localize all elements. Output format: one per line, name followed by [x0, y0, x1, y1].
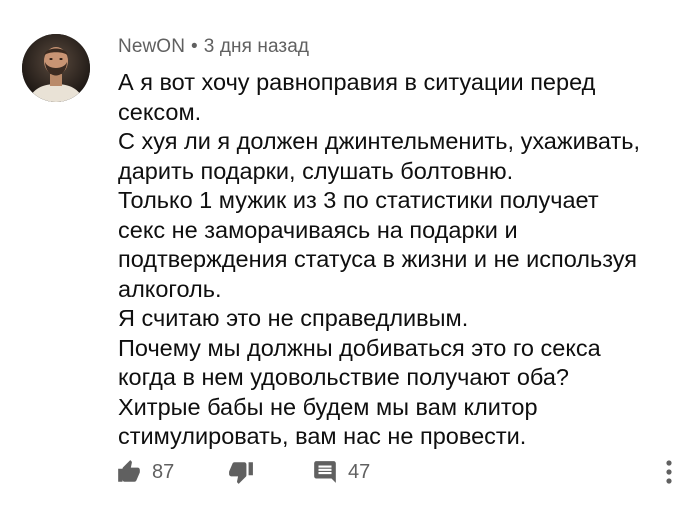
- comment-line: когда в нем удовольствие получают оба?: [118, 364, 569, 390]
- comment-line: С хуя ли я должен джинтельменить, ухажив…: [118, 128, 641, 154]
- avatar-image: [22, 34, 90, 102]
- meta-separator: •: [191, 36, 198, 57]
- comment-timestamp[interactable]: 3 дня назад: [204, 36, 309, 57]
- comment-line: Только 1 мужик из 3 по статистики получа…: [118, 187, 599, 213]
- comment-line: подтверждения статуса в жизни и не испол…: [118, 246, 637, 272]
- like-button[interactable]: 87: [116, 452, 174, 492]
- reply-button[interactable]: 47: [312, 452, 370, 492]
- comment-line: секс не заморачиваясь на подарки и: [118, 216, 518, 243]
- author-name[interactable]: NewON: [118, 36, 185, 57]
- more-vertical-icon: [666, 460, 672, 484]
- like-count: 87: [152, 460, 175, 483]
- comment-meta: NewON • 3 дня назад: [118, 36, 309, 58]
- comment-line: Хитрые бабы не будем мы вам клитор: [118, 393, 538, 420]
- reply-count: 47: [348, 460, 371, 483]
- comment-line: сексом.: [118, 98, 202, 125]
- comment-line: дарить подарки, слушать болтовню.: [118, 157, 514, 184]
- more-options-button[interactable]: [662, 452, 676, 492]
- comment-text: А я вот хочу равноправия в ситуации пере…: [118, 68, 678, 452]
- comment-icon: [314, 461, 336, 483]
- comment-line: Я считаю это не справедливым.: [118, 305, 469, 331]
- thumbs-down-icon: [229, 462, 253, 484]
- comment-line: стимулировать, вам нас не провести.: [118, 423, 527, 449]
- avatar[interactable]: [22, 34, 90, 102]
- comment-actions: 87 47: [0, 452, 700, 492]
- comment-line: Почему мы должны добиваться это го секса: [118, 334, 601, 361]
- comment: NewON • 3 дня назад А я вот хочу равноправ…: [0, 0, 700, 515]
- comment-line: алкоголь.: [118, 275, 222, 302]
- comment-line: А я вот хочу равноправия в ситуации пере…: [118, 69, 596, 95]
- dislike-button[interactable]: [228, 452, 254, 492]
- thumbs-up-icon: [118, 460, 140, 482]
